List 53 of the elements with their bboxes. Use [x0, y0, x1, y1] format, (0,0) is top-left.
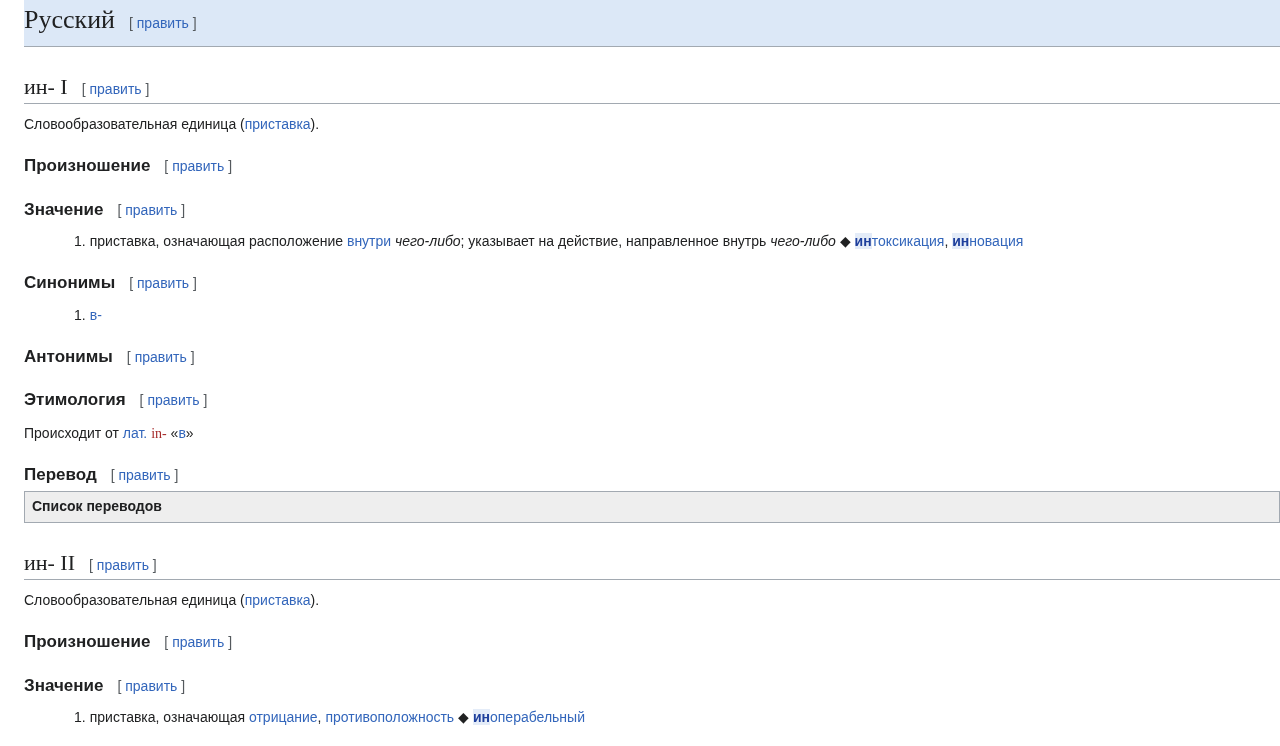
edit-section-link: [ править ] — [117, 676, 186, 696]
word-link[interactable]: инновация — [952, 233, 1024, 250]
paragraph-text: Словообразовательная единица (приставка). — [24, 592, 320, 609]
edit-section-link: [ править ] — [81, 80, 150, 99]
word-link[interactable]: приставка — [244, 116, 311, 133]
edit-link[interactable]: править — [134, 348, 187, 365]
latin-word: in- — [151, 425, 167, 441]
section-heading: Антонимы — [24, 345, 113, 368]
edit-link[interactable]: править — [172, 634, 225, 651]
edit-section-link: [ править ] — [139, 391, 208, 411]
edit-section-link: [ править ] — [164, 157, 233, 177]
edit-link[interactable]: править — [96, 557, 149, 573]
edit-link[interactable]: править — [137, 275, 190, 292]
word-link[interactable]: в- — [89, 306, 102, 323]
translation-list-header[interactable]: Список переводов — [24, 491, 1280, 523]
word-link[interactable]: лат. — [122, 424, 148, 441]
paragraph-text: Словообразовательная единица (приставка). — [24, 116, 320, 133]
edit-section-link: [ править ] — [164, 633, 233, 653]
list-number: 1. — [74, 708, 86, 728]
definition-text: приставка, означающая расположение внутри чего-либо; указывает на действие, направленное внутрь чего-либо ◆ интоксикация, инновация — [89, 232, 1024, 252]
section-heading: Значение — [24, 198, 104, 221]
word-link[interactable]: отрицание — [248, 709, 318, 726]
section-heading: Перевод — [24, 463, 97, 486]
edit-link[interactable]: править — [125, 201, 178, 218]
word-link[interactable]: иноперабельный — [472, 709, 585, 726]
edit-section-link: [ править ] — [89, 556, 157, 575]
edit-link[interactable]: править — [125, 677, 178, 694]
section-heading: Синонимы — [24, 272, 116, 295]
entry-heading: ин- II — [24, 550, 76, 577]
edit-link[interactable]: править — [89, 81, 142, 97]
word-link[interactable]: приставка — [244, 592, 311, 609]
edit-section-link: [ править ] — [117, 200, 186, 220]
word-link[interactable]: в — [178, 424, 186, 441]
paragraph-text: Происходит от лат. in- «в» — [24, 424, 194, 441]
section-heading: Значение — [24, 674, 104, 697]
entry-heading: ин- I — [24, 74, 68, 101]
word-link[interactable]: внутри — [346, 233, 392, 250]
edit-link[interactable]: править — [172, 158, 225, 175]
edit-section-link: [ править ] — [129, 14, 197, 33]
edit-section-link: [ править ] — [126, 347, 195, 367]
list-number: 1. — [74, 232, 86, 252]
list-number: 1. — [74, 305, 86, 325]
language-title: Русский — [24, 4, 115, 36]
edit-link[interactable]: править — [118, 466, 171, 483]
word-link[interactable]: противоположность — [325, 709, 455, 726]
edit-section-link: [ править ] — [110, 465, 179, 485]
edit-link[interactable]: править — [136, 15, 189, 31]
section-heading: Произношение — [24, 631, 151, 654]
edit-link[interactable]: править — [147, 392, 200, 409]
definition-text: приставка, означающая отрицание, противоположность ◆ иноперабельный — [89, 708, 585, 728]
edit-section-link: [ править ] — [129, 274, 197, 294]
section-heading: Этимология — [24, 389, 126, 412]
section-heading: Произношение — [24, 155, 151, 178]
